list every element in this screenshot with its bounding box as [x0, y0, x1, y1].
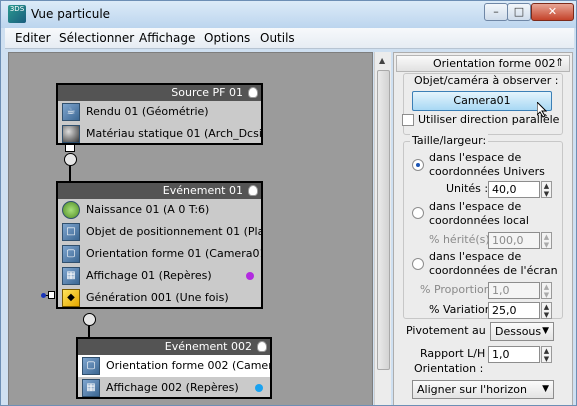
scroll-up-icon[interactable]: ▲ — [379, 56, 385, 65]
operator-row[interactable]: ☕ Rendu 01 (Géométrie) — [58, 101, 261, 123]
proportion-label: % Proportion — [420, 283, 491, 296]
spawn-test-icon: ◆ — [62, 289, 80, 307]
objet-camera-label: Objet/caméra à observer : — [412, 74, 561, 87]
minimize-button[interactable]: – — [484, 3, 508, 21]
material-sphere-icon — [62, 125, 80, 143]
operator-row[interactable]: ▢ Orientation forme 01 (Camera01) — [58, 243, 261, 265]
position-object-icon: □ — [62, 223, 80, 241]
rollout-header[interactable]: Orientation forme 002 ⇑ — [396, 55, 570, 72]
close-button[interactable]: ✕ — [531, 3, 574, 21]
variation-spinner[interactable]: ▲ ▼ — [541, 302, 552, 319]
pivot-dropdown[interactable]: Dessous ▼ — [490, 322, 554, 341]
radio-local-space[interactable] — [412, 207, 424, 219]
particle-diagram-canvas[interactable]: Source PF 01 ☕ Rendu 01 (Géométrie) Matér… — [8, 52, 373, 405]
herite-input[interactable]: 100,0 — [488, 232, 540, 249]
operator-row[interactable]: ◆ Génération 001 (Une fois) — [58, 287, 261, 309]
display-icon: ▦ — [82, 379, 100, 397]
operator-row[interactable]: ▦ Affichage 01 (Repères) — [58, 265, 261, 287]
menu-selectionner[interactable]: Sélectionner — [59, 31, 134, 45]
radio-screen-label: coordonnées de l'écran — [429, 264, 558, 277]
herite-spinner[interactable]: ▲ ▼ — [541, 232, 552, 249]
proportion-spinner[interactable]: ▲ ▼ — [541, 282, 552, 299]
bulb-icon[interactable] — [248, 185, 258, 196]
camera-pick-button[interactable]: Camera01 — [412, 91, 552, 111]
operator-row[interactable]: ▦ Affichage 002 (Repères) — [78, 377, 270, 399]
radio-world-space[interactable] — [412, 159, 424, 171]
title-bar[interactable]: 3DS Vue particule – □ ✕ — [1, 1, 576, 28]
node-evenement-01[interactable]: Evénement 01 Naissance 01 (A 0 T:6) □ Obj… — [56, 181, 263, 309]
display-color-dot — [255, 384, 263, 392]
operator-row[interactable]: Matériau statique 01 (Arch_Dcsi... — [58, 123, 261, 145]
canvas-scrollbar[interactable]: ▲ — [374, 52, 391, 405]
bulb-icon[interactable] — [257, 341, 267, 352]
variation-input[interactable]: 25,0 — [488, 302, 540, 319]
node-source-pf[interactable]: Source PF 01 ☕ Rendu 01 (Géométrie) Matér… — [56, 83, 263, 145]
node-header[interactable]: Evénement 01 — [58, 183, 261, 199]
rapport-spinner[interactable]: ▲ ▼ — [541, 346, 552, 363]
radio-local-label: coordonnées local — [429, 214, 529, 227]
menu-bar: Editer Sélectionner Affichage Options Ou… — [5, 28, 574, 49]
rapport-input[interactable]: 1,0 — [488, 346, 540, 363]
input-ring[interactable] — [83, 313, 96, 326]
window-title: Vue particule — [31, 7, 111, 21]
menu-affichage[interactable]: Affichage — [139, 31, 195, 45]
operator-row[interactable]: Naissance 01 (A 0 T:6) — [58, 199, 261, 221]
chevron-down-icon: ▼ — [542, 326, 549, 336]
shape-facing-icon: ▢ — [62, 245, 80, 263]
radio-screen-label: dans l'espace de — [429, 250, 522, 263]
app-3ds-icon: 3DS — [8, 5, 26, 23]
use-parallel-checkbox[interactable] — [402, 114, 414, 126]
rapport-label: Rapport L/H : — [420, 347, 493, 360]
radio-world-label: coordonnées Univers — [429, 165, 545, 178]
collapse-icon[interactable]: ⇑ — [555, 56, 564, 69]
radio-local-label: dans l'espace de — [429, 200, 522, 213]
pivot-label: Pivotement au : — [406, 324, 493, 337]
variation-label: % Variation — [429, 303, 492, 316]
output-dot[interactable] — [41, 293, 46, 298]
unites-label: Unités : — [446, 182, 489, 195]
bulb-icon[interactable] — [248, 87, 258, 98]
output-port[interactable] — [65, 144, 75, 152]
connector-line — [69, 166, 71, 182]
herite-label: % hérité(s) — [429, 233, 490, 246]
pivot-value: Dessous — [495, 325, 542, 338]
unites-input[interactable]: 40,0 — [488, 181, 540, 198]
orientation-value: Aligner sur l'horizon — [417, 383, 527, 396]
scroll-thumb[interactable] — [377, 70, 390, 370]
display-color-dot — [246, 272, 254, 280]
output-port[interactable] — [48, 291, 55, 299]
operator-row[interactable]: □Objet de positionnement 01 (Plan... — [58, 221, 261, 243]
radio-screen-space[interactable] — [412, 258, 424, 270]
display-icon: ▦ — [62, 267, 80, 285]
node-evenement-002[interactable]: Evénement 002 ▢ Orientation forme 002 (Ca… — [76, 337, 272, 399]
input-ring[interactable] — [64, 153, 77, 166]
radio-world-label: dans l'espace de — [429, 151, 522, 164]
render-teapot-icon: ☕ — [62, 103, 80, 121]
birth-icon — [62, 201, 80, 219]
orientation-label: Orientation : — [414, 362, 484, 375]
maximize-button[interactable]: □ — [507, 3, 531, 21]
operator-row-selected[interactable]: ▢Orientation forme 002 (Camera... — [78, 355, 270, 377]
node-header[interactable]: Evénement 002 — [78, 339, 270, 355]
menu-outils[interactable]: Outils — [260, 31, 295, 45]
shape-facing-icon: ▢ — [82, 357, 100, 375]
proportion-input[interactable]: 1,0 — [488, 282, 540, 299]
node-header[interactable]: Source PF 01 — [58, 85, 261, 101]
particle-view-window: 3DS Vue particule – □ ✕ Editer Sélection… — [0, 0, 577, 406]
menu-options[interactable]: Options — [204, 31, 250, 45]
orientation-dropdown[interactable]: Aligner sur l'horizon ▼ — [412, 380, 554, 399]
parameters-panel: Orientation forme 002 ⇑ Objet/caméra à o… — [393, 52, 573, 405]
rollout-title: Orientation forme 002 — [433, 57, 556, 70]
unites-spinner[interactable]: ▲ ▼ — [541, 181, 552, 198]
size-label: Taille/largeur: — [410, 134, 489, 147]
menu-editer[interactable]: Editer — [15, 31, 51, 45]
chevron-down-icon: ▼ — [542, 384, 549, 394]
use-parallel-label: Utiliser direction parallèle — [418, 113, 560, 126]
